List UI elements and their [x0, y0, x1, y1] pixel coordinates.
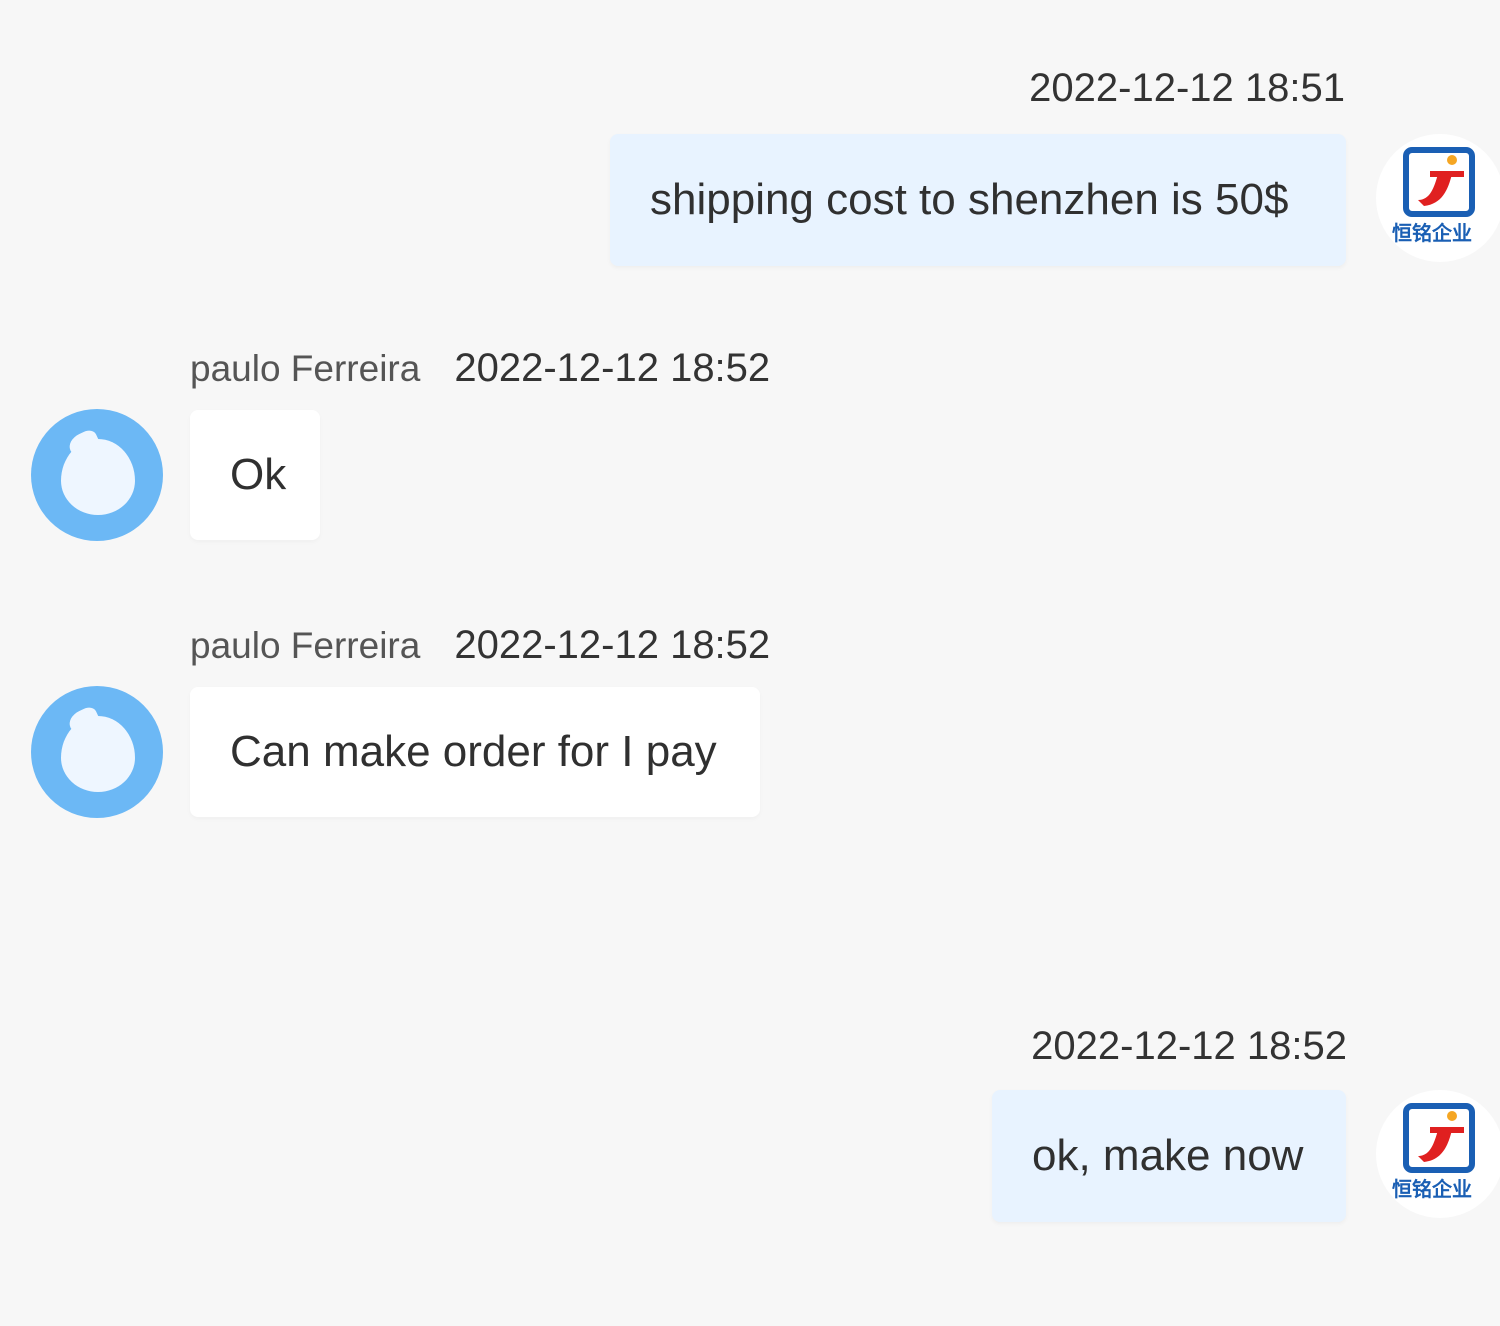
message-bubble[interactable]: ok, make now — [992, 1090, 1346, 1222]
company-logo-icon[interactable]: 恒铭企业 — [1376, 1090, 1500, 1218]
message-text: Can make order for I pay — [230, 727, 717, 776]
message-bubble[interactable]: shipping cost to shenzhen is 50$ — [610, 134, 1346, 266]
message-timestamp: 2022-12-12 18:52 — [1031, 1024, 1347, 1068]
message-bubble[interactable]: Ok — [190, 410, 320, 540]
message-timestamp: 2022-12-12 18:52 — [454, 346, 771, 390]
chat-message-outgoing: 2022-12-12 18:52 ok, make now 恒铭企业 — [0, 990, 1500, 1290]
message-text: Ok — [230, 450, 287, 499]
message-text: ok, make now — [1032, 1131, 1304, 1180]
message-timestamp: 2022-12-12 18:52 — [454, 623, 771, 667]
sender-name: paulo Ferreira — [190, 625, 421, 666]
message-timestamp: 2022-12-12 18:51 — [1029, 66, 1345, 110]
message-bubble[interactable]: Can make order for I pay — [190, 687, 760, 817]
sender-name: paulo Ferreira — [190, 348, 421, 389]
user-avatar-icon[interactable] — [31, 686, 163, 818]
svg-text:恒铭企业: 恒铭企业 — [1392, 1177, 1472, 1201]
message-text: shipping cost to shenzhen is 50$ — [650, 175, 1289, 224]
message-meta: paulo Ferreira 2022-12-12 18:52 — [190, 348, 770, 388]
chat-message-incoming: paulo Ferreira 2022-12-12 18:52 Can make … — [0, 607, 1500, 837]
message-meta: paulo Ferreira 2022-12-12 18:52 — [190, 625, 770, 665]
company-logo-icon[interactable]: 恒铭企业 — [1376, 134, 1500, 262]
chat-message-outgoing: 2022-12-12 18:51 shipping cost to shenzh… — [0, 0, 1500, 290]
svg-text:恒铭企业: 恒铭企业 — [1392, 221, 1472, 245]
chat-thread: 2022-12-12 18:51 shipping cost to shenzh… — [0, 0, 1500, 1326]
chat-message-incoming: paulo Ferreira 2022-12-12 18:52 Ok — [0, 330, 1500, 560]
user-avatar-icon[interactable] — [31, 409, 163, 541]
